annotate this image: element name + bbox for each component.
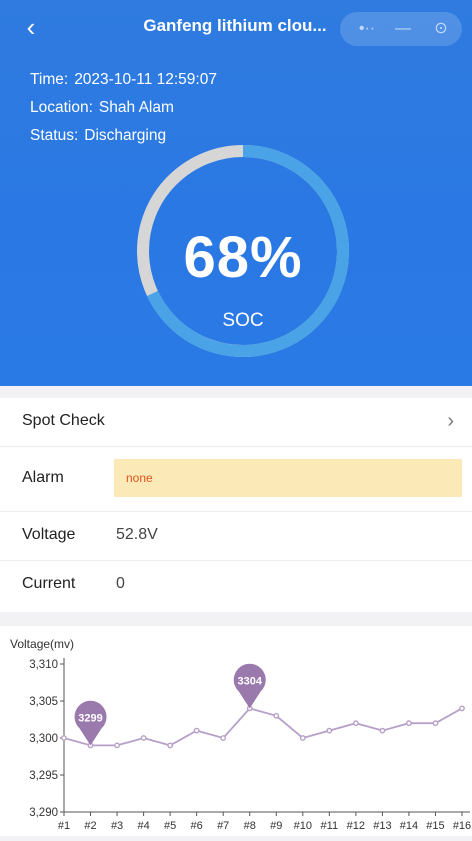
data-point: [432, 720, 439, 727]
y-tick-label: 3,310: [29, 659, 58, 671]
alarm-value: none: [126, 471, 153, 485]
data-point: [326, 727, 333, 734]
spot-check-row[interactable]: Spot Check ›: [0, 398, 472, 447]
x-tick-label: #10: [294, 820, 312, 832]
location-label: Location:: [30, 99, 93, 116]
y-tick-label: 3,295: [29, 770, 58, 782]
current-value: 0: [116, 575, 125, 592]
voltage-row: Voltage 52.8V: [0, 512, 472, 561]
alarm-label: Alarm: [22, 469, 64, 486]
location-line: Location: Shah Alam: [30, 94, 217, 122]
data-point: [167, 742, 174, 749]
spot-check-label: Spot Check: [22, 412, 105, 429]
current-label: Current: [22, 575, 76, 592]
data-point: [459, 705, 465, 712]
back-icon[interactable]: ‹: [16, 12, 46, 42]
data-point: [406, 720, 412, 727]
battery-info: Time: 2023-10-11 12:59:07 Location: Shah A…: [30, 66, 217, 150]
soc-gauge: 68% SOC: [134, 142, 352, 360]
x-tick-label: #7: [217, 820, 229, 832]
data-point: [273, 712, 280, 719]
time-line: Time: 2023-10-11 12:59:07: [30, 66, 217, 94]
data-point: [352, 720, 359, 727]
data-point: [140, 735, 147, 741]
soc-percentage: 68%: [183, 225, 303, 290]
data-point: [220, 735, 227, 741]
x-tick-label: #2: [84, 820, 96, 832]
status-header: ‹ Ganfeng lithium clou... •·· — ⊙ Time: 2…: [0, 0, 472, 386]
data-point: [114, 742, 120, 749]
mini-program-capsule: •·· — ⊙: [340, 12, 462, 46]
top-bar: ‹ Ganfeng lithium clou... •·· — ⊙: [0, 0, 472, 58]
chevron-right-icon[interactable]: ›: [447, 410, 454, 433]
time-value: 2023-10-11 12:59:07: [74, 71, 217, 88]
x-tick-label: #14: [400, 820, 418, 832]
x-tick-label: #3: [111, 820, 123, 832]
page-title: Ganfeng lithium clou...: [143, 16, 327, 35]
details-list: Spot Check › Alarm none Voltage 52.8V Cu…: [0, 398, 472, 612]
x-tick-label: #1: [58, 820, 70, 832]
time-label: Time:: [30, 71, 69, 88]
x-tick-label: #6: [191, 820, 203, 832]
value-marker-label: 3304: [237, 675, 262, 687]
y-tick-label: 3,290: [29, 807, 58, 819]
alarm-status-box: none: [114, 459, 462, 497]
current-row: Current 0: [0, 561, 472, 609]
voltage-label: Voltage: [22, 526, 76, 543]
minimize-icon[interactable]: —: [388, 12, 418, 46]
x-tick-label: #11: [321, 820, 339, 832]
data-point: [379, 727, 386, 734]
x-tick-label: #4: [137, 820, 149, 832]
y-tick-label: 3,305: [29, 696, 58, 708]
data-point: [61, 735, 67, 741]
value-marker-label: 3299: [78, 712, 102, 724]
data-point: [193, 727, 200, 734]
voltage-value: 52.8V: [116, 526, 158, 543]
x-tick-label: #13: [373, 820, 391, 832]
voltage-line-chart: Voltage(mv) 3,290 3,295 3,300 3,305 3,310 #1 #2…: [10, 637, 471, 832]
soc-label: SOC: [222, 310, 264, 331]
status-label: Status:: [30, 127, 79, 144]
x-tick-label: #9: [270, 820, 282, 832]
alarm-row: Alarm none: [0, 447, 472, 512]
y-axis-title: Voltage(mv): [10, 637, 74, 651]
voltage-series-line: [63, 707, 463, 747]
location-value: Shah Alam: [98, 99, 174, 116]
x-tick-label: #16: [453, 820, 471, 832]
close-icon[interactable]: ⊙: [426, 12, 456, 46]
y-tick-label: 3,300: [29, 733, 58, 745]
x-tick-label: #5: [164, 820, 176, 832]
x-tick-label: #12: [347, 820, 365, 832]
data-point: [299, 735, 306, 741]
x-tick-label: #8: [244, 820, 256, 832]
more-icon[interactable]: •··: [352, 12, 382, 46]
voltage-chart-card: Voltage(mv) 3,290 3,295 3,300 3,305 3,310 #1 #2…: [0, 626, 472, 836]
x-tick-label: #15: [426, 820, 444, 832]
